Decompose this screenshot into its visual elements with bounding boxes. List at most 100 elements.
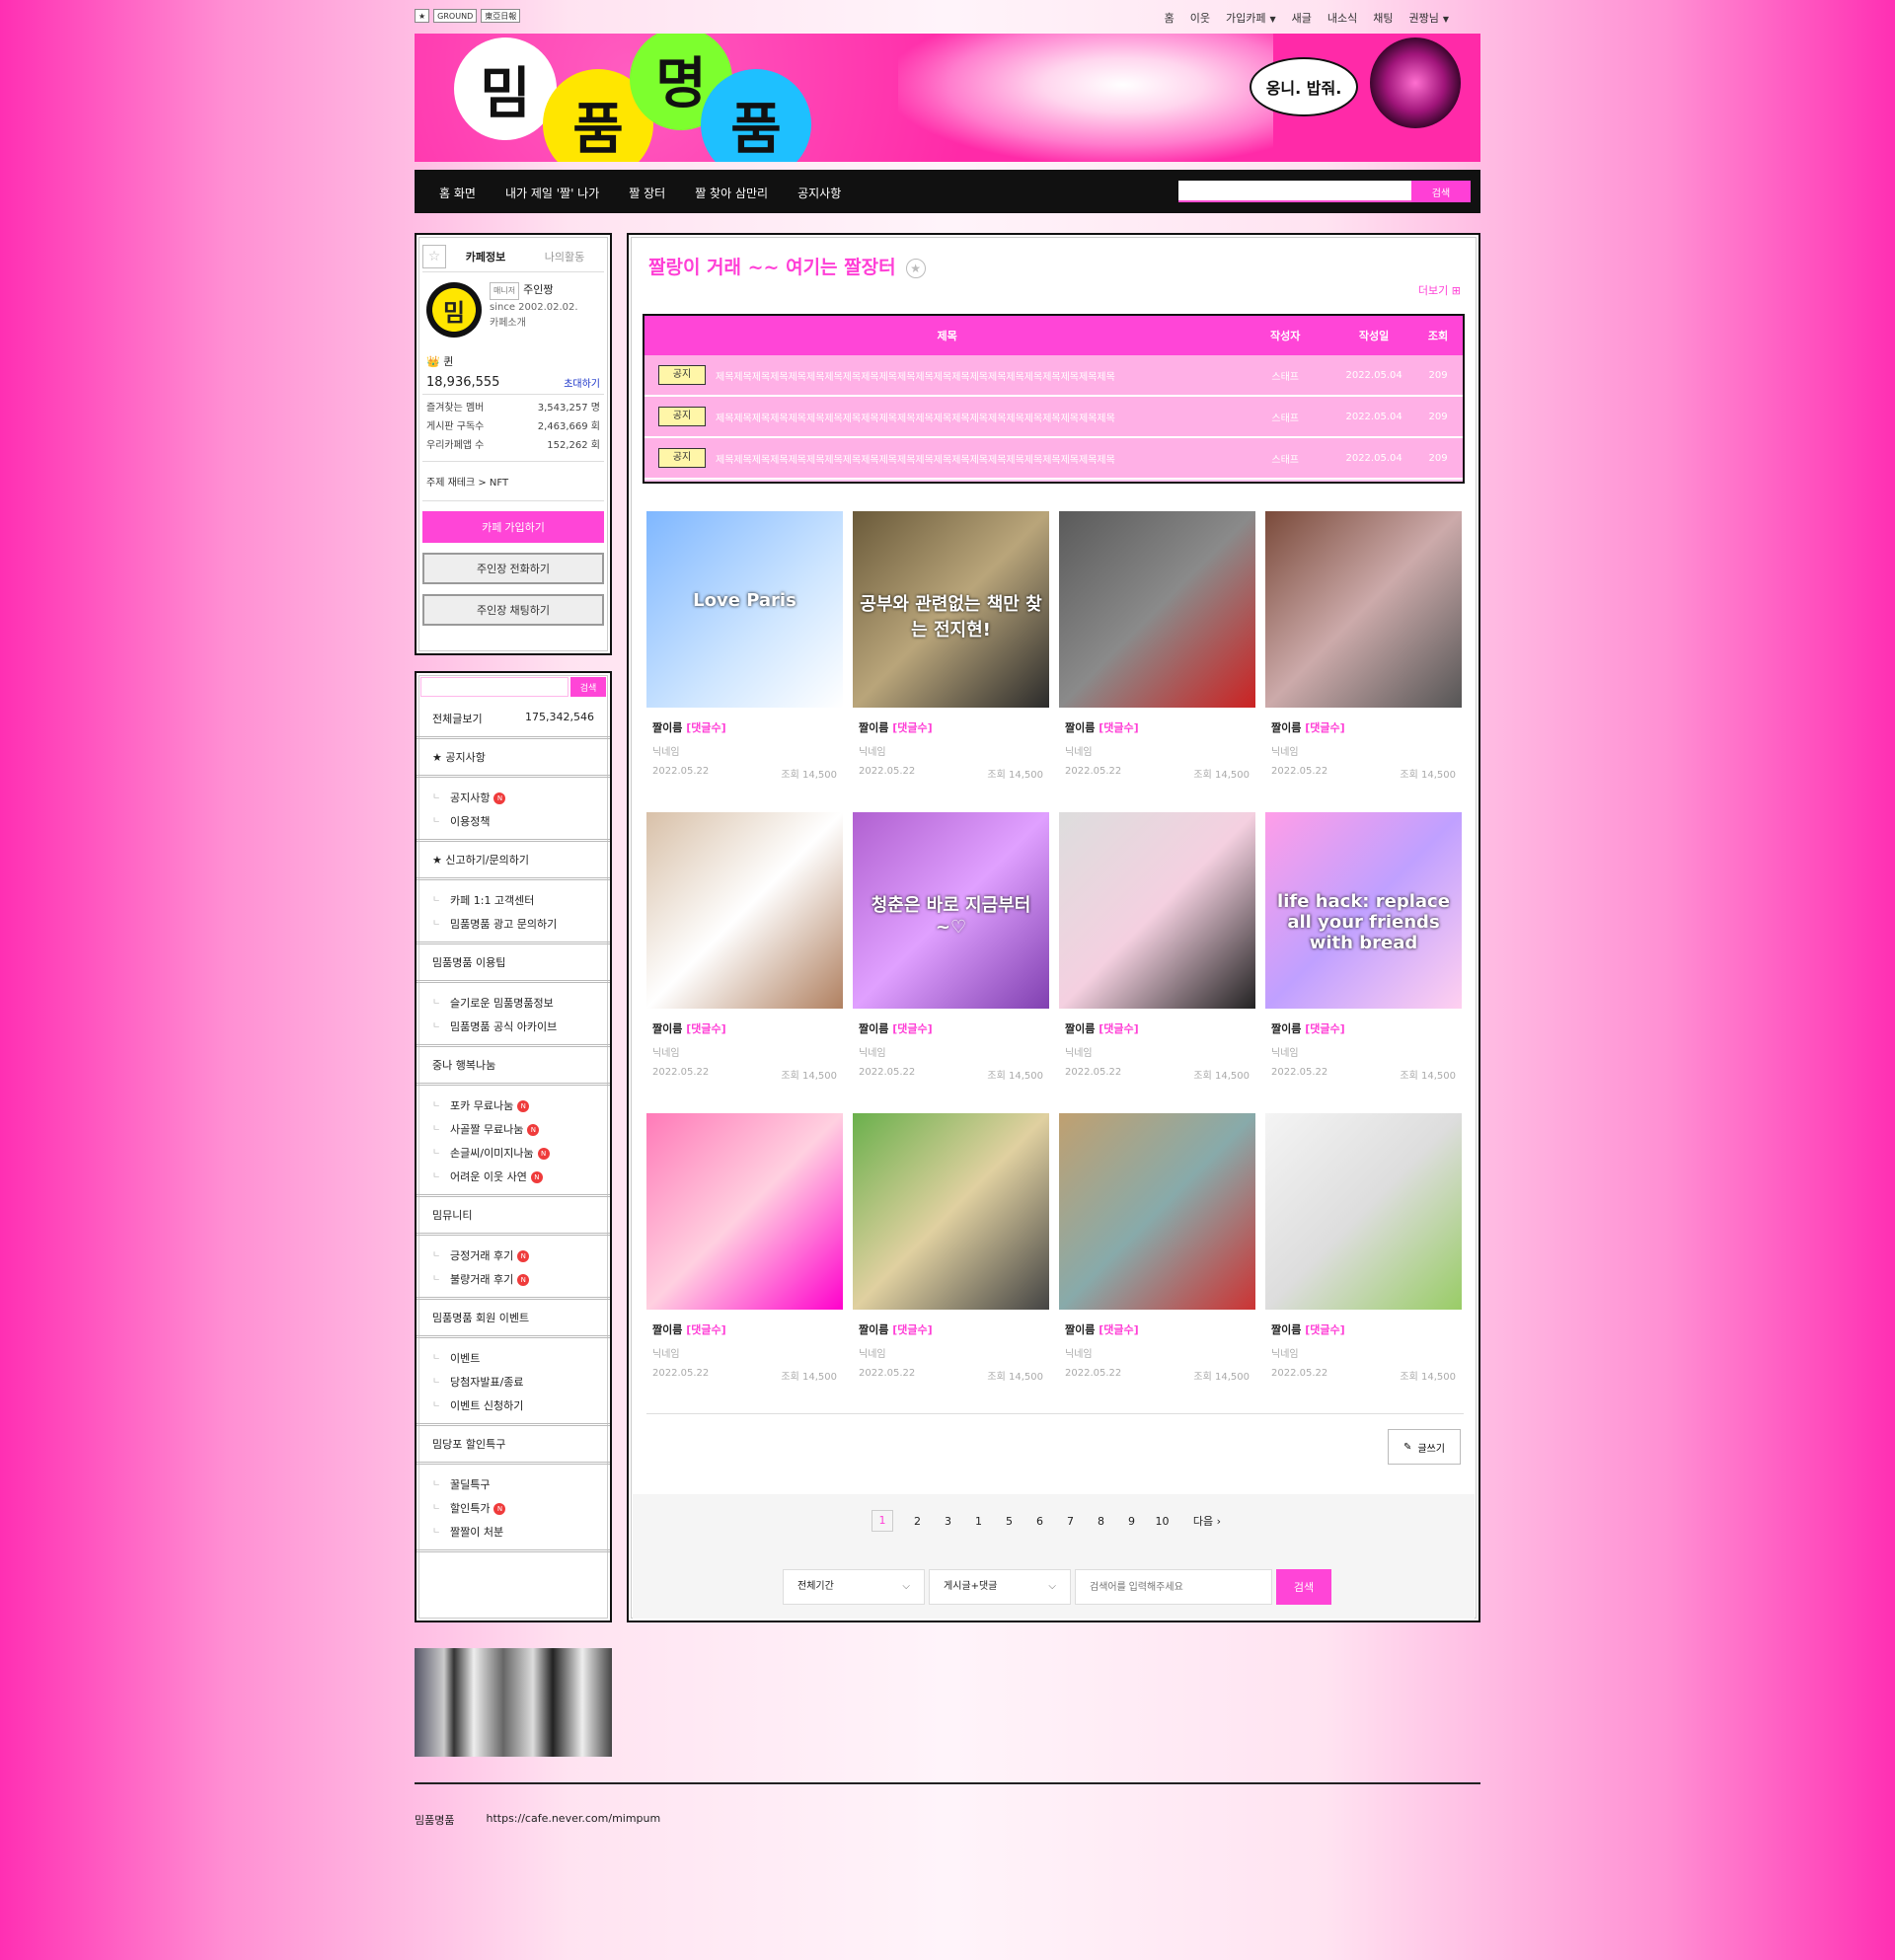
page-link[interactable]: 1 [872, 1510, 893, 1532]
page-link[interactable]: 1 [963, 1515, 994, 1528]
post-author[interactable]: 닉네임 [1271, 1345, 1456, 1360]
page-link[interactable]: 8 [1086, 1515, 1116, 1528]
post-title[interactable]: 짤이름 [댓글수] [1065, 719, 1250, 735]
page-link[interactable]: 2 [902, 1515, 933, 1528]
util-neighbor[interactable]: 이웃 [1190, 10, 1210, 26]
post-title[interactable]: 짤이름 [댓글수] [652, 719, 837, 735]
menu-item[interactable]: 이벤트 [417, 1346, 610, 1370]
util-joined-cafe[interactable]: 가입카페 ▼ [1226, 10, 1276, 26]
post-card[interactable]: life hack: replace all your friends with… [1265, 812, 1462, 1084]
post-author[interactable]: 닉네임 [652, 743, 837, 758]
menu-item[interactable]: 불량거래 후기N [417, 1267, 610, 1291]
nav-best[interactable]: 내가 제일 '짤' 나가 [505, 185, 599, 201]
post-thumbnail[interactable] [1059, 511, 1255, 708]
post-thumbnail[interactable] [646, 812, 843, 1009]
menu-item[interactable]: 긍정거래 후기N [417, 1244, 610, 1267]
menu-section-head[interactable]: ★ 신고하기/문의하기 [417, 842, 610, 880]
footer-url[interactable]: https://cafe.never.com/mimpum [486, 1812, 660, 1828]
menu-item[interactable]: 이용정책 [417, 809, 610, 833]
page-link[interactable]: 6 [1024, 1515, 1055, 1528]
page-link[interactable]: 5 [994, 1515, 1024, 1528]
post-thumbnail[interactable] [646, 1113, 843, 1310]
nav-market[interactable]: 짤 장터 [629, 185, 665, 201]
nav-find[interactable]: 짤 찾아 삼만리 [695, 185, 768, 201]
post-title[interactable]: 짤이름 [댓글수] [1065, 1321, 1250, 1337]
notice-row[interactable]: 공지 제목제목제목제목제목제목제목제목제목제목제목제목제목제목제목제목제목제목제목… [644, 397, 1463, 438]
board-search-input[interactable] [1075, 1569, 1272, 1605]
partner-logo-ground[interactable]: GROUND [433, 9, 478, 23]
menu-item[interactable]: 슬기로운 밈품명품정보 [417, 991, 610, 1015]
nav-notice[interactable]: 공지사항 [797, 185, 841, 201]
post-thumbnail[interactable]: 청춘은 바로 지금부터~♡ [853, 812, 1049, 1009]
util-chat[interactable]: 채팅 [1373, 10, 1393, 26]
post-card[interactable]: 짤이름 [댓글수] 닉네임 2022.05.22 조회 14,500 [1265, 511, 1462, 783]
header-search-input[interactable] [1178, 181, 1411, 202]
header-search-button[interactable]: 검색 [1411, 181, 1471, 202]
board-search-button[interactable]: 검색 [1276, 1569, 1331, 1605]
more-link[interactable]: 더보기 ⊞ [1418, 282, 1461, 298]
manager-name[interactable]: 주인짱 [523, 283, 553, 296]
notice-row[interactable]: 공지 제목제목제목제목제목제목제목제목제목제목제목제목제목제목제목제목제목제목제목… [644, 355, 1463, 397]
post-title[interactable]: 짤이름 [댓글수] [859, 719, 1043, 735]
post-thumbnail[interactable] [853, 1113, 1049, 1310]
favorite-star-icon[interactable]: ☆ [422, 244, 446, 268]
post-thumbnail[interactable] [1265, 511, 1462, 708]
menu-section-head[interactable]: 밈뮤니티 [417, 1197, 610, 1236]
menu-item[interactable]: 사골짤 무료나눔N [417, 1117, 610, 1141]
post-thumbnail[interactable] [1265, 1113, 1462, 1310]
scope-select[interactable]: 게시글+댓글 [929, 1569, 1071, 1605]
menu-section-head[interactable]: 밈품명품 회원 이벤트 [417, 1300, 610, 1338]
partner-logo-donga[interactable]: 東亞日報 [481, 9, 521, 23]
post-card[interactable]: Love Paris 짤이름 [댓글수] 닉네임 2022.05.22 조회 14,50… [646, 511, 843, 783]
menu-item[interactable]: 이벤트 신청하기 [417, 1394, 610, 1417]
post-card[interactable]: 짤이름 [댓글수] 닉네임 2022.05.22 조회 14,500 [1059, 1113, 1255, 1385]
page-link[interactable]: 3 [933, 1515, 963, 1528]
post-card[interactable]: 짤이름 [댓글수] 닉네임 2022.05.22 조회 14,500 [646, 812, 843, 1084]
menu-section-head[interactable]: 밈당포 할인특구 [417, 1426, 610, 1465]
post-card[interactable]: 짤이름 [댓글수] 닉네임 2022.05.22 조회 14,500 [1059, 511, 1255, 783]
menu-item[interactable]: 할인특가N [417, 1496, 610, 1520]
menu-item[interactable]: 꿀딜특구 [417, 1472, 610, 1496]
menu-item[interactable]: 어려운 이웃 사연N [417, 1165, 610, 1188]
post-author[interactable]: 닉네임 [1065, 1044, 1250, 1059]
all-posts-link[interactable]: 전체글보기 175,342,546 [417, 701, 610, 739]
post-author[interactable]: 닉네임 [652, 1345, 837, 1360]
post-title[interactable]: 짤이름 [댓글수] [1271, 719, 1456, 735]
post-author[interactable]: 닉네임 [859, 1044, 1043, 1059]
menu-item[interactable]: 손글씨/이미지나눔N [417, 1141, 610, 1165]
tab-my-activity[interactable]: 나의활동 [525, 249, 604, 264]
post-card[interactable]: 청춘은 바로 지금부터~♡ 짤이름 [댓글수] 닉네임 2022.05.22 조회 14… [853, 812, 1049, 1084]
invite-link[interactable]: 초대하기 [564, 375, 600, 390]
post-card[interactable]: 공부와 관련없는 책만 찾는 전지현! 짤이름 [댓글수] 닉네임 2022.05.2… [853, 511, 1049, 783]
page-link[interactable]: 7 [1055, 1515, 1086, 1528]
post-card[interactable]: 짤이름 [댓글수] 닉네임 2022.05.22 조회 14,500 [1059, 812, 1255, 1084]
post-author[interactable]: 닉네임 [1065, 1345, 1250, 1360]
post-author[interactable]: 닉네임 [652, 1044, 837, 1059]
page-link[interactable]: 9 [1116, 1515, 1147, 1528]
menu-search-button[interactable]: 검색 [570, 677, 606, 697]
call-owner-button[interactable]: 주인장 전화하기 [422, 553, 604, 584]
util-user-menu[interactable]: 권짱님 ▼ [1408, 10, 1449, 26]
post-title[interactable]: 짤이름 [댓글수] [652, 1020, 837, 1036]
post-title[interactable]: 짤이름 [댓글수] [859, 1020, 1043, 1036]
notice-title[interactable]: 제목제목제목제목제목제목제목제목제목제목제목제목제목제목제목제목제목제목제목제목… [716, 368, 1115, 383]
post-thumbnail[interactable]: Love Paris [646, 511, 843, 708]
menu-item[interactable]: 밈품명품 광고 문의하기 [417, 912, 610, 936]
menu-section-head[interactable]: ★ 공지사항 [417, 739, 610, 778]
post-thumbnail[interactable] [1059, 1113, 1255, 1310]
util-my-news[interactable]: 내소식 [1327, 10, 1357, 26]
post-title[interactable]: 짤이름 [댓글수] [859, 1321, 1043, 1337]
post-title[interactable]: 짤이름 [댓글수] [1271, 1020, 1456, 1036]
menu-item[interactable]: 카페 1:1 고객센터 [417, 888, 610, 912]
post-author[interactable]: 닉네임 [1271, 1044, 1456, 1059]
notice-title[interactable]: 제목제목제목제목제목제목제목제목제목제목제목제목제목제목제목제목제목제목제목제목… [716, 451, 1115, 466]
page-link[interactable]: 10 [1147, 1515, 1177, 1528]
menu-item[interactable]: 짤짤이 처분 [417, 1520, 610, 1544]
util-new-posts[interactable]: 새글 [1292, 10, 1312, 26]
post-author[interactable]: 닉네임 [859, 1345, 1043, 1360]
menu-search-input[interactable] [420, 677, 568, 697]
notice-title[interactable]: 제목제목제목제목제목제목제목제목제목제목제목제목제목제목제목제목제목제목제목제목… [716, 410, 1115, 424]
post-title[interactable]: 짤이름 [댓글수] [652, 1321, 837, 1337]
post-author[interactable]: 닉네임 [859, 743, 1043, 758]
menu-item[interactable]: 포카 무료나눔N [417, 1093, 610, 1117]
